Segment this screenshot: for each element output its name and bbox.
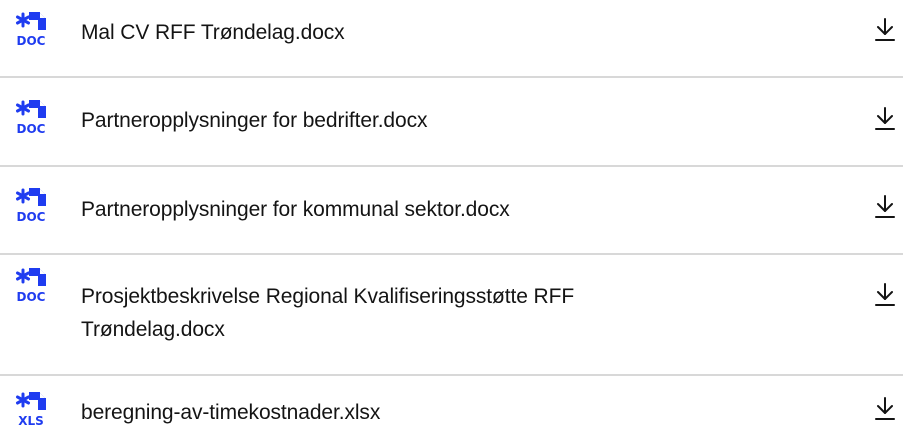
download-icon[interactable] — [871, 394, 899, 424]
list-item[interactable]: DOC Prosjektbeskrivelse Regional Kvalifi… — [0, 255, 903, 376]
list-item[interactable]: DOC Partneropplysninger for bedrifter.do… — [0, 78, 903, 167]
file-type-badge: DOC — [17, 210, 46, 224]
list-item[interactable]: XLS beregning-av-timekostnader.xlsx — [0, 376, 903, 432]
file-name[interactable]: Prosjektbeskrivelse Regional Kvalifiseri… — [81, 280, 721, 346]
file-type-badge: XLS — [18, 414, 44, 428]
doc-file-icon: DOC — [8, 96, 50, 142]
file-type-badge: DOC — [17, 290, 46, 304]
file-name[interactable]: Partneropplysninger for bedrifter.docx — [81, 104, 741, 137]
doc-file-icon: DOC — [8, 184, 50, 230]
file-type-badge: DOC — [17, 122, 46, 136]
list-item[interactable]: DOC Partneropplysninger for kommunal sek… — [0, 167, 903, 255]
download-icon[interactable] — [871, 192, 899, 222]
xls-file-icon: XLS — [8, 388, 50, 434]
file-name[interactable]: Partneropplysninger for kommunal sektor.… — [81, 193, 741, 226]
download-icon[interactable] — [871, 280, 899, 310]
download-icon[interactable] — [871, 15, 899, 45]
doc-file-icon: DOC — [8, 264, 50, 310]
doc-file-icon: DOC — [8, 8, 50, 54]
file-name[interactable]: beregning-av-timekostnader.xlsx — [81, 396, 741, 429]
file-type-badge: DOC — [17, 34, 46, 48]
file-name[interactable]: Mal CV RFF Trøndelag.docx — [81, 16, 741, 49]
list-item[interactable]: DOC Mal CV RFF Trøndelag.docx — [0, 0, 903, 78]
download-icon[interactable] — [871, 104, 899, 134]
